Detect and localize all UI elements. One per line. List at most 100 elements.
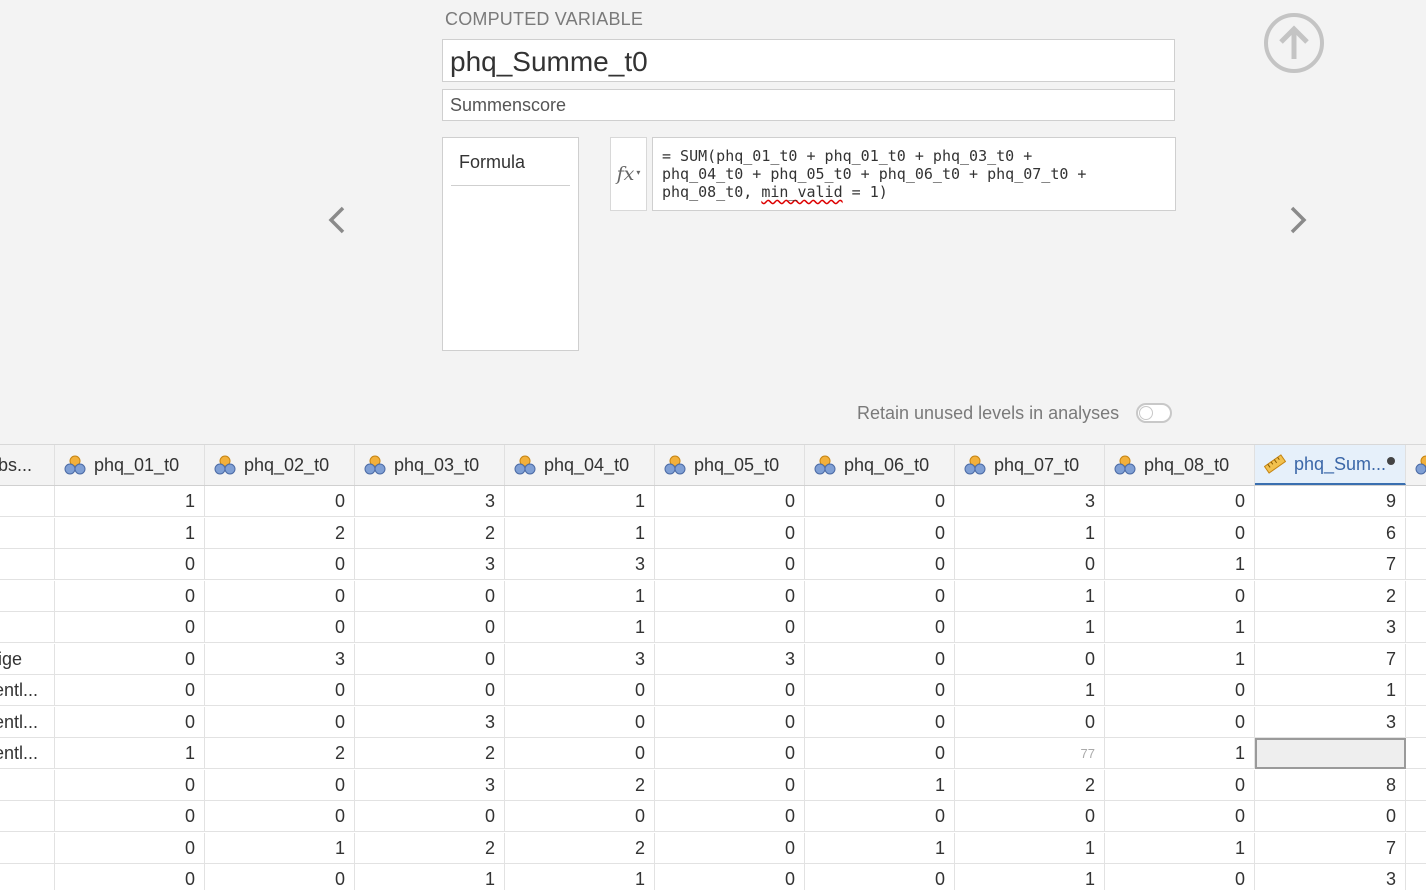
function-picker-button[interactable]: fx ▾: [610, 137, 647, 211]
table-cell[interactable]: 0: [655, 801, 805, 832]
table-cell[interactable]: 0: [805, 675, 955, 706]
chevron-right-icon[interactable]: [1281, 198, 1315, 242]
table-cell[interactable]: 0: [205, 801, 355, 832]
table-cell[interactable]: [1406, 801, 1426, 832]
table-cell[interactable]: 7: [1255, 643, 1406, 675]
table-cell[interactable]: 0: [1105, 580, 1255, 612]
table-cell[interactable]: 0: [1105, 769, 1255, 801]
table-cell[interactable]: [1406, 486, 1426, 517]
column-header-5[interactable]: phq_05_t0: [655, 445, 805, 485]
table-cell[interactable]: 3: [505, 643, 655, 675]
table-cell[interactable]: 1: [55, 738, 205, 769]
table-cell[interactable]: 0: [805, 580, 955, 612]
table-cell[interactable]: [0, 549, 55, 580]
table-cell[interactable]: 1: [955, 580, 1105, 612]
table-cell[interactable]: 2: [505, 769, 655, 801]
column-header-4[interactable]: phq_04_t0: [505, 445, 655, 485]
table-cell[interactable]: 0: [805, 864, 955, 890]
table-cell[interactable]: [1406, 833, 1426, 864]
table-cell[interactable]: 2: [205, 517, 355, 549]
column-header-2[interactable]: phq_02_t0: [205, 445, 355, 485]
table-cell[interactable]: 0: [655, 675, 805, 706]
table-cell[interactable]: 1: [1105, 643, 1255, 675]
table-cell[interactable]: 0: [805, 612, 955, 643]
table-cell[interactable]: 3: [655, 643, 805, 675]
table-cell[interactable]: 3: [355, 486, 505, 517]
table-cell[interactable]: [1406, 549, 1426, 580]
table-cell[interactable]: [0, 580, 55, 612]
table-cell[interactable]: 0: [505, 738, 655, 769]
table-cell[interactable]: 3: [1255, 612, 1406, 643]
table-cell[interactable]: 9: [1255, 486, 1406, 517]
table-cell[interactable]: [1406, 612, 1426, 643]
table-cell[interactable]: 1: [505, 486, 655, 517]
formula-editor[interactable]: = SUM(phq_01_t0 + phq_01_t0 + phq_03_t0 …: [652, 137, 1176, 211]
table-cell[interactable]: 2: [355, 517, 505, 549]
table-cell[interactable]: 0: [955, 549, 1105, 580]
table-cell[interactable]: 0: [205, 675, 355, 706]
table-cell[interactable]: 0: [1105, 675, 1255, 706]
column-header-1[interactable]: phq_01_t0: [55, 445, 205, 485]
table-cell[interactable]: 1: [955, 612, 1105, 643]
table-cell[interactable]: 3: [205, 643, 355, 675]
table-cell[interactable]: 2: [355, 738, 505, 769]
table-cell[interactable]: 0: [505, 675, 655, 706]
table-cell[interactable]: 0: [205, 612, 355, 643]
table-cell[interactable]: [1255, 738, 1406, 769]
table-cell[interactable]: 0: [655, 738, 805, 769]
table-cell[interactable]: 7: [1255, 549, 1406, 580]
table-cell[interactable]: 1: [805, 769, 955, 801]
table-cell[interactable]: 7: [1255, 832, 1406, 864]
table-cell[interactable]: [0, 801, 55, 832]
table-cell[interactable]: entl...: [0, 706, 55, 738]
table-cell[interactable]: [0, 832, 55, 864]
table-cell[interactable]: 1: [955, 832, 1105, 864]
table-cell[interactable]: [0, 517, 55, 549]
table-cell[interactable]: [1406, 644, 1426, 675]
table-cell[interactable]: 0: [1105, 801, 1255, 832]
table-cell[interactable]: 0: [205, 486, 355, 517]
table-cell[interactable]: 0: [355, 801, 505, 832]
table-cell[interactable]: 0: [1105, 486, 1255, 517]
table-cell[interactable]: 1: [505, 864, 655, 890]
variable-name-field[interactable]: phq_Summe_t0: [442, 39, 1175, 82]
table-cell[interactable]: 0: [805, 706, 955, 738]
table-cell[interactable]: 1: [55, 486, 205, 517]
table-cell[interactable]: 2: [355, 832, 505, 864]
table-cell[interactable]: 0: [655, 769, 805, 801]
table-cell[interactable]: 0: [55, 864, 205, 890]
table-cell[interactable]: 0: [355, 612, 505, 643]
chevron-left-icon[interactable]: [320, 198, 354, 242]
table-cell[interactable]: 0: [805, 549, 955, 580]
table-cell[interactable]: 0: [805, 801, 955, 832]
column-header-7[interactable]: phq_07_t0: [955, 445, 1105, 485]
table-cell[interactable]: 1: [355, 864, 505, 890]
table-cell[interactable]: 1: [955, 864, 1105, 890]
table-cell[interactable]: 77: [955, 738, 1105, 769]
table-cell[interactable]: 1: [1255, 675, 1406, 706]
table-cell[interactable]: 1: [55, 517, 205, 549]
table-cell[interactable]: 0: [655, 486, 805, 517]
table-cell[interactable]: 0: [955, 706, 1105, 738]
table-cell[interactable]: 0: [355, 643, 505, 675]
table-cell[interactable]: 8: [1255, 769, 1406, 801]
table-cell[interactable]: [1406, 707, 1426, 738]
table-cell[interactable]: 0: [655, 864, 805, 890]
table-cell[interactable]: [1406, 738, 1426, 769]
table-cell[interactable]: 0: [205, 580, 355, 612]
table-cell[interactable]: 1: [1105, 549, 1255, 580]
column-header-8[interactable]: phq_08_t0: [1105, 445, 1255, 485]
table-cell[interactable]: [0, 486, 55, 517]
table-cell[interactable]: 1: [505, 580, 655, 612]
table-cell[interactable]: lige: [0, 643, 55, 675]
table-cell[interactable]: [1406, 864, 1426, 890]
table-cell[interactable]: 0: [55, 643, 205, 675]
table-cell[interactable]: 2: [505, 832, 655, 864]
table-cell[interactable]: 1: [205, 832, 355, 864]
column-header-9[interactable]: phq_Sum...: [1255, 445, 1406, 485]
table-cell[interactable]: 0: [655, 612, 805, 643]
table-cell[interactable]: 0: [955, 801, 1105, 832]
table-cell[interactable]: 0: [805, 738, 955, 769]
table-cell[interactable]: 2: [1255, 580, 1406, 612]
table-cell[interactable]: 1: [955, 675, 1105, 706]
